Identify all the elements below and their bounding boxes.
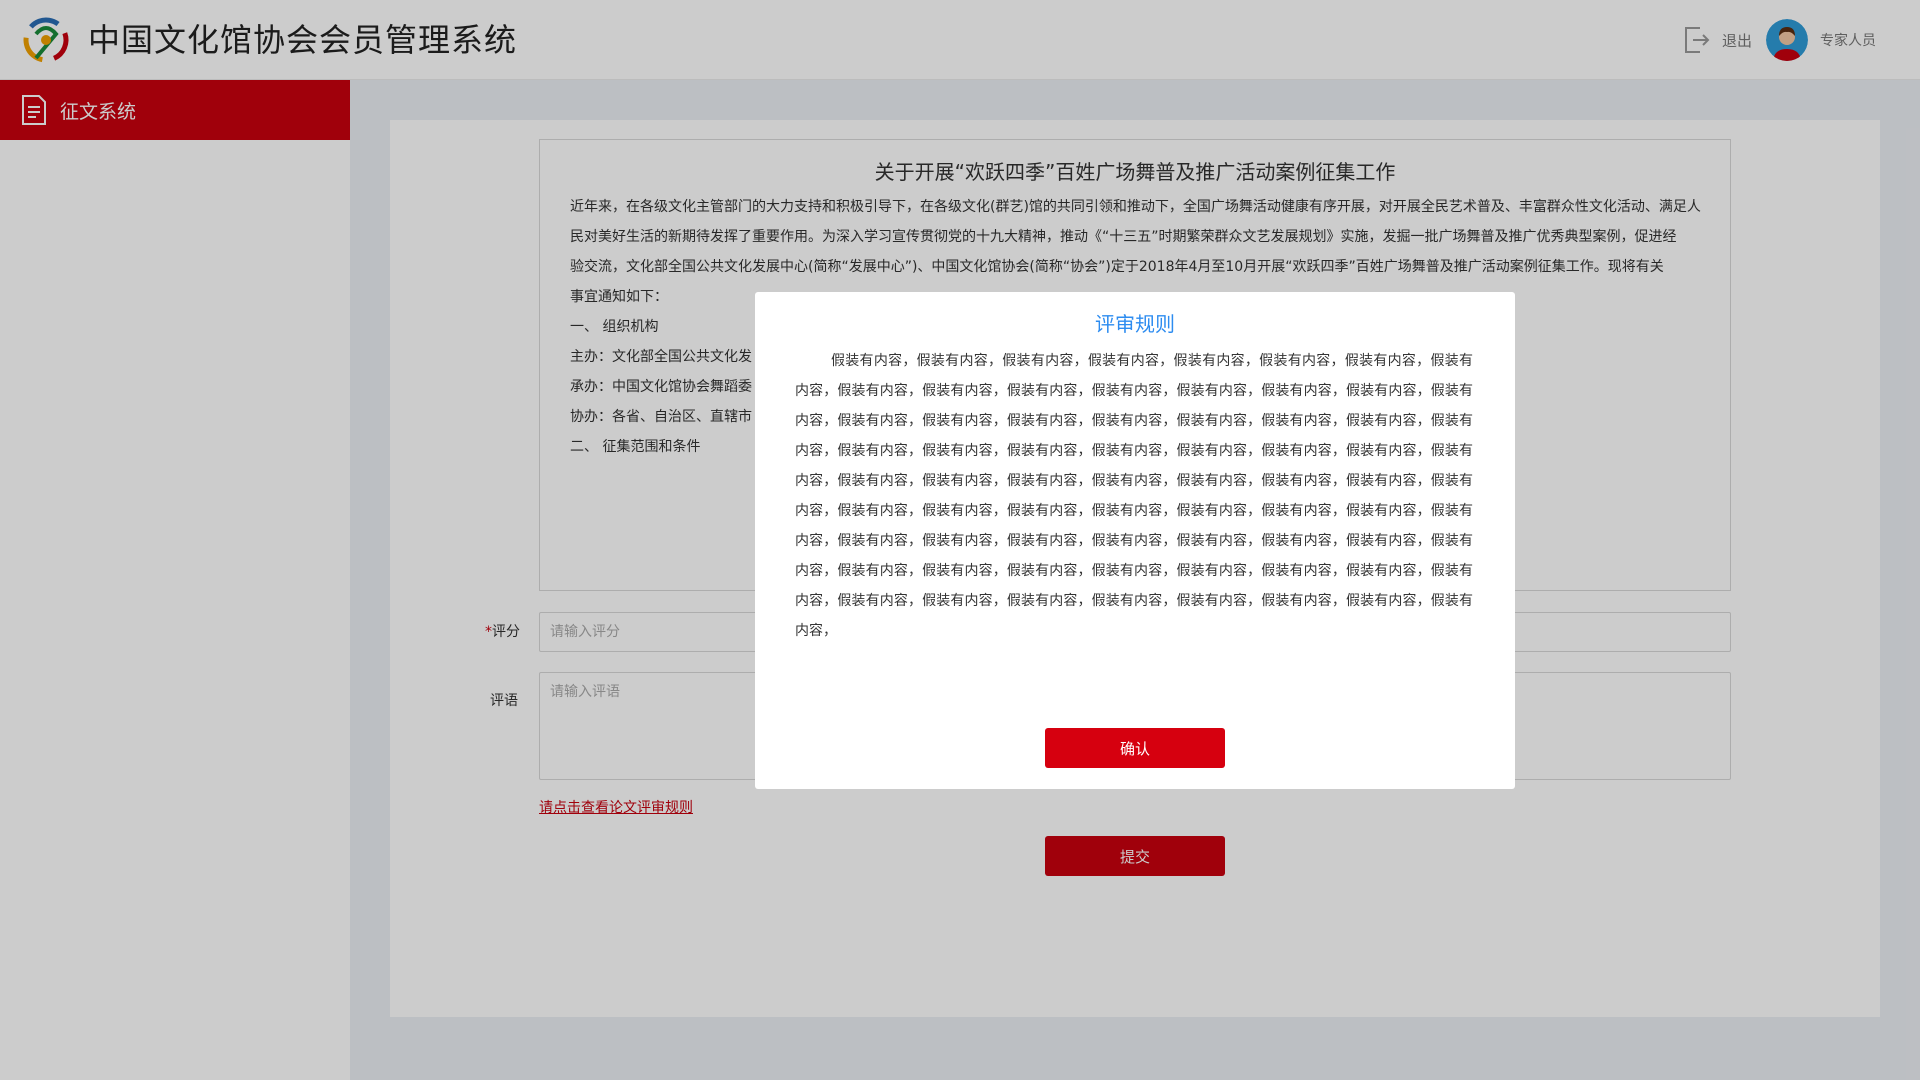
modal-body: 假装有内容，假装有内容，假装有内容，假装有内容，假装有内容，假装有内容，假装有内…	[795, 353, 1473, 639]
review-rules-modal: 评审规则 假装有内容，假装有内容，假装有内容，假装有内容，假装有内容，假装有内容…	[755, 292, 1515, 789]
modal-title: 评审规则	[1095, 312, 1175, 336]
confirm-button[interactable]: 确认	[1045, 728, 1225, 768]
